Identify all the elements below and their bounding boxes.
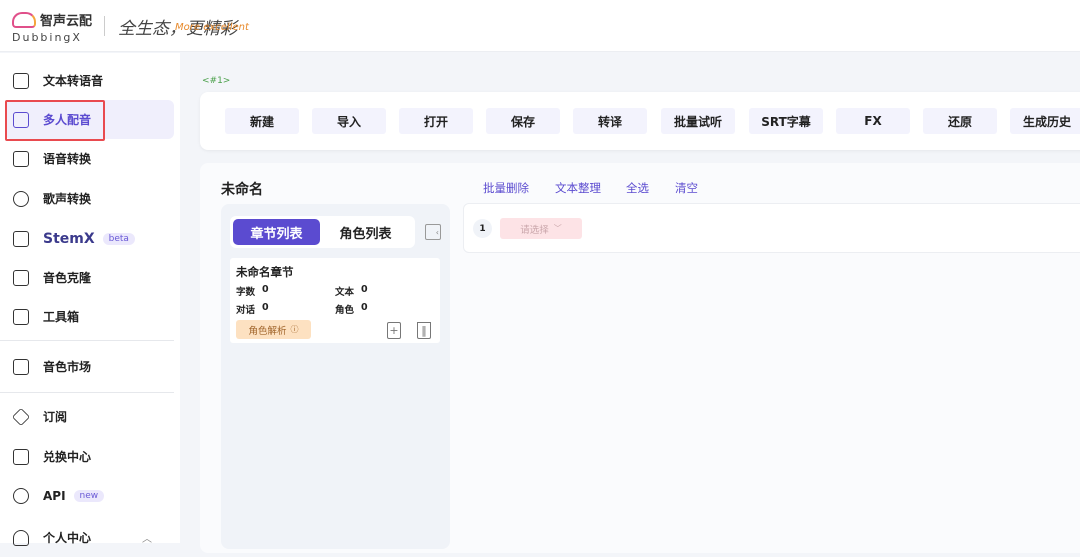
open-button[interactable]: 打开 xyxy=(399,108,473,134)
info-icon: ⓘ xyxy=(290,325,299,334)
text-organize-link[interactable]: 文本整理 xyxy=(555,180,601,196)
role-select[interactable]: 请选择 ﹀ xyxy=(500,218,582,239)
word-count-label: 字数 xyxy=(236,287,256,298)
brand-name-en: DubbingX xyxy=(12,31,82,44)
role-select-placeholder: 请选择 xyxy=(520,224,549,236)
chevron-down-icon: ﹀ xyxy=(553,224,562,233)
text-count: 0 xyxy=(361,284,368,295)
folder-icon xyxy=(13,308,29,325)
sidebar-item-singing-convert[interactable]: 歌声转换 xyxy=(5,179,174,218)
highlight-box xyxy=(5,100,105,141)
line-index: 1 xyxy=(473,219,492,238)
dialog-count: 0 xyxy=(262,302,269,313)
user-icon xyxy=(13,529,29,546)
new-button[interactable]: 新建 xyxy=(225,108,299,134)
sidebar-item-label: 订阅 xyxy=(43,410,68,424)
role-analyze-button[interactable]: 角色解析 ⓘ xyxy=(236,320,311,339)
voice-convert-icon xyxy=(13,150,29,167)
header: 智声云配 DubbingX 全生态，更精彩 More excellent xyxy=(0,0,1080,52)
divider xyxy=(0,392,174,393)
tab-chapters[interactable]: 章节列表 xyxy=(233,219,320,245)
sidebar-item-label: StemX xyxy=(43,230,95,247)
stemx-icon xyxy=(13,230,29,247)
tab-roles[interactable]: 角色列表 xyxy=(322,219,409,245)
tag-label: <#1> xyxy=(202,76,231,86)
sidebar-item-voice-clone[interactable]: 音色克隆 xyxy=(5,258,174,297)
clear-link[interactable]: 清空 xyxy=(675,180,698,196)
sidebar-item-redeem[interactable]: 兑换中心 xyxy=(5,437,174,476)
collapse-panel-icon[interactable]: ‹ xyxy=(425,224,441,240)
role-analyze-label: 角色解析 xyxy=(248,325,287,337)
add-file-icon[interactable]: + xyxy=(387,322,401,339)
divider xyxy=(104,16,105,36)
line-row: 1 请选择 ﹀ xyxy=(463,203,1080,253)
sidebar-item-label: 音色市场 xyxy=(43,360,92,374)
sidebar-item-stemx[interactable]: StemX beta xyxy=(5,219,174,258)
sidebar-item-label: 文本转语音 xyxy=(43,74,104,88)
key-icon xyxy=(13,487,29,504)
sidebar-item-voice-market[interactable]: 音色市场 xyxy=(5,347,174,386)
brand-name: 智声云配 xyxy=(40,14,93,29)
toolbar: 新建 导入 打开 保存 转译 批量试听 SRT字幕 FX 还原 生成历史 xyxy=(200,92,1080,150)
sidebar-item-label: 歌声转换 xyxy=(43,192,92,206)
panel-tabs: 章节列表 角色列表 xyxy=(230,216,415,248)
role-count: 0 xyxy=(361,302,368,313)
voice-clone-icon xyxy=(13,269,29,286)
sidebar-item-voice-convert[interactable]: 语音转换 xyxy=(5,139,174,178)
chapter-name: 未命名章节 xyxy=(236,265,294,279)
sidebar-item-text-to-speech[interactable]: 文本转语音 xyxy=(5,61,174,100)
save-button[interactable]: 保存 xyxy=(486,108,560,134)
transcribe-button[interactable]: 转译 xyxy=(573,108,647,134)
shopping-bag-icon xyxy=(13,358,29,375)
batch-delete-link[interactable]: 批量删除 xyxy=(483,180,529,196)
logo-icon xyxy=(12,12,36,28)
sidebar-item-label: 语音转换 xyxy=(43,152,92,166)
trash-icon[interactable]: ‖ xyxy=(417,322,431,339)
text-label: 文本 xyxy=(335,287,355,298)
singing-convert-icon xyxy=(13,190,29,207)
sidebar-item-subscribe[interactable]: 订阅 xyxy=(5,397,174,436)
word-count: 0 xyxy=(262,284,269,295)
divider xyxy=(0,340,174,341)
import-button[interactable]: 导入 xyxy=(312,108,386,134)
dialog-label: 对话 xyxy=(236,305,256,316)
sidebar-item-profile[interactable]: 个人中心 ︿ xyxy=(5,518,174,557)
chapter-panel xyxy=(221,204,450,549)
sidebar-item-api[interactable]: API new xyxy=(5,476,174,515)
batch-preview-button[interactable]: 批量试听 xyxy=(661,108,735,134)
project-title: 未命名 xyxy=(221,182,263,198)
sidebar-item-label: 个人中心 xyxy=(43,531,92,545)
select-all-link[interactable]: 全选 xyxy=(626,180,649,196)
text-to-speech-icon xyxy=(13,72,29,89)
sidebar-item-label: 音色克隆 xyxy=(43,271,92,285)
gift-icon xyxy=(13,448,29,465)
sidebar-item-label: 兑换中心 xyxy=(43,450,92,464)
chapter-card[interactable]: 未命名章节 字数 0 文本 0 对话 0 角色 0 角色解析 ⓘ + ‖ xyxy=(230,258,440,343)
sidebar-item-label: 工具箱 xyxy=(43,310,80,324)
sidebar-item-label: API xyxy=(43,488,66,503)
slogan-en: More excellent xyxy=(175,22,249,33)
diamond-icon xyxy=(11,407,31,426)
history-button[interactable]: 生成历史 xyxy=(1010,108,1080,134)
sidebar-item-toolbox[interactable]: 工具箱 xyxy=(5,297,174,336)
restore-button[interactable]: 还原 xyxy=(923,108,997,134)
new-badge: new xyxy=(73,489,105,502)
beta-badge: beta xyxy=(102,232,135,245)
role-label: 角色 xyxy=(335,305,355,316)
srt-subtitle-button[interactable]: SRT字幕 xyxy=(749,108,823,134)
fx-button[interactable]: FX xyxy=(836,108,910,134)
